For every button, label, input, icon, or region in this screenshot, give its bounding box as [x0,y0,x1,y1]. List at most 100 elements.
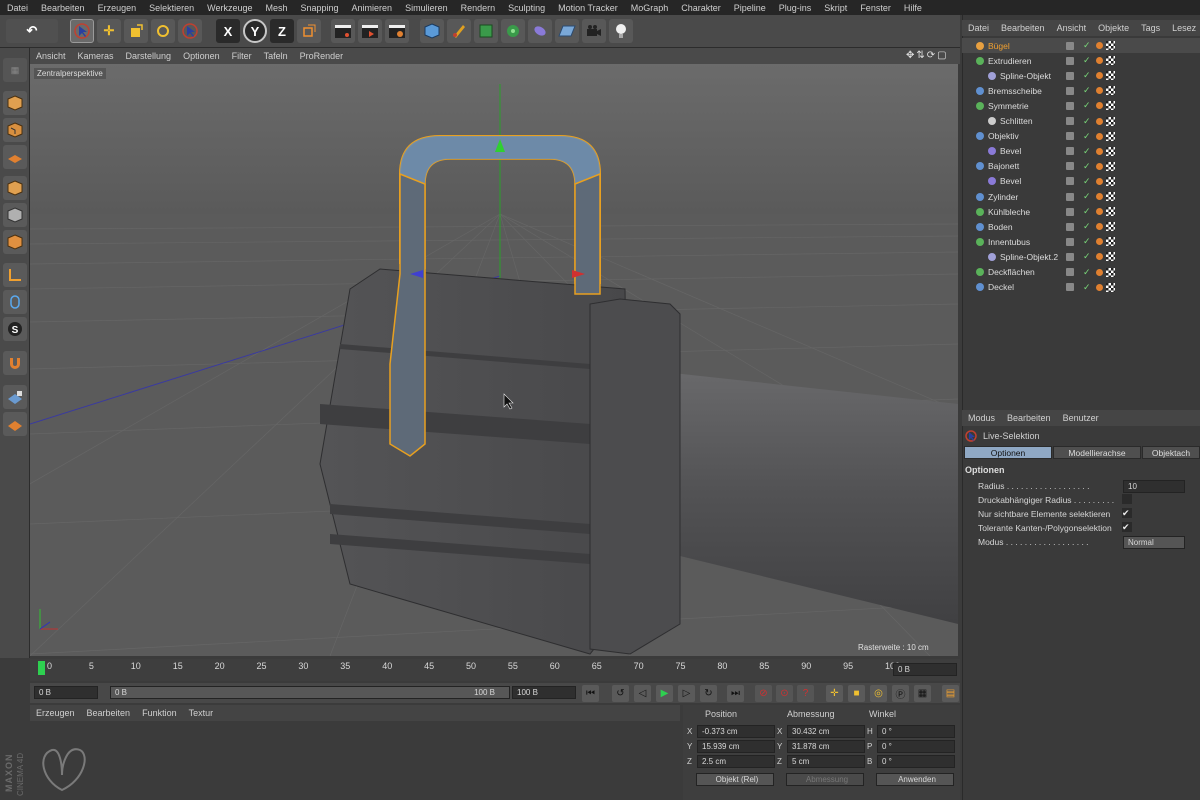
viewport-menu-tafeln[interactable]: Tafeln [258,51,294,61]
rotation-h-field[interactable]: 0 ° [877,725,955,738]
position-z-field[interactable]: 2.5 cm [697,755,775,768]
menu-item-animieren[interactable]: Animieren [345,3,399,13]
last-tool-button[interactable] [178,19,202,43]
object-row[interactable]: Boden ✓ [962,219,1200,234]
object-menu-ansicht[interactable]: Ansicht [1051,23,1093,33]
mograph-button[interactable] [501,19,525,43]
object-row[interactable]: Spline-Objekt.2 ✓ [962,249,1200,264]
menu-item-mograph[interactable]: MoGraph [624,3,675,13]
menu-item-bearbeiten[interactable]: Bearbeiten [34,3,91,13]
visibility-toggle-icon[interactable] [1066,252,1074,261]
visibility-toggle-icon[interactable] [1066,101,1074,110]
attribute-tab-modellierachse[interactable]: Modellierachse [1053,446,1141,459]
preview-range-slider[interactable]: 0 B 100 B [110,686,510,699]
visibility-toggle-icon[interactable] [1066,283,1074,292]
size-mode-select[interactable]: Abmessung [786,773,864,786]
texture-mode-button[interactable] [3,118,27,142]
visibility-toggle-icon[interactable] [1066,71,1074,80]
object-menu-tags[interactable]: Tags [1135,23,1166,33]
model-mode-button[interactable] [3,91,27,115]
visibility-toggle-icon[interactable] [1066,41,1074,50]
object-row[interactable]: Deckflächen ✓ [962,265,1200,280]
coord-mode-select[interactable]: Objekt (Rel) [696,773,774,786]
enabled-check-icon[interactable]: ✓ [1083,70,1091,81]
undo-button[interactable]: ↶ [6,19,58,43]
subdivision-button[interactable] [474,19,498,43]
attribute-menu-modus[interactable]: Modus [962,413,1001,423]
polygon-mode-button[interactable] [3,230,27,254]
menu-item-motion-tracker[interactable]: Motion Tracker [551,3,624,13]
viewport-nav-icons[interactable]: ✥⇅⟳▢ [906,50,949,61]
viewport-menu-prorender[interactable]: ProRender [294,51,350,61]
timeline-ruler[interactable]: 0510152025303540455055606570758085909510… [30,659,960,681]
enabled-check-icon[interactable]: ✓ [1083,206,1091,217]
camera-button[interactable] [582,19,606,43]
rotation-b-field[interactable]: 0 ° [877,755,955,768]
size-x-field[interactable]: 30.432 cm [787,725,865,738]
live-selection-button[interactable] [70,19,94,43]
apply-button[interactable]: Anwenden [876,773,954,786]
workplane-button[interactable] [3,145,27,169]
menu-item-simulieren[interactable]: Simulieren [398,3,454,13]
menu-item-sculpting[interactable]: Sculpting [501,3,551,13]
menu-item-datei[interactable]: Datei [0,3,34,13]
autokey-button[interactable]: ⊙ [776,685,793,702]
coordinate-system-button[interactable] [297,19,321,43]
next-key-button[interactable]: ↻ [700,685,717,702]
visibility-toggle-icon[interactable] [1066,222,1074,231]
object-row[interactable]: Innentubus ✓ [962,234,1200,249]
prev-frame-button[interactable]: ◁ [634,685,651,702]
mode-select[interactable]: Normal [1123,536,1185,549]
viewport-menu-ansicht[interactable]: Ansicht [30,51,72,61]
object-row[interactable]: Kühlbleche ✓ [962,204,1200,219]
rotation-p-field[interactable]: 0 ° [877,740,955,753]
enabled-check-icon[interactable]: ✓ [1083,221,1091,232]
solo-button[interactable]: S [3,317,27,341]
light-button[interactable] [609,19,633,43]
enabled-check-icon[interactable]: ✓ [1083,116,1091,127]
menu-item-werkzeuge[interactable]: Werkzeuge [200,3,258,13]
key-pla-button[interactable]: ▦ [914,685,931,702]
workplane-align-button[interactable] [3,412,27,436]
scale-button[interactable] [124,19,148,43]
tweak-mode-button[interactable] [3,290,27,314]
key-rotation-button[interactable]: ◎ [870,685,887,702]
enabled-check-icon[interactable]: ✓ [1083,146,1091,157]
object-row[interactable]: Bevel ✓ [962,144,1200,159]
object-row[interactable]: Schlitten ✓ [962,114,1200,129]
render-picture-viewer-button[interactable] [358,19,382,43]
start-frame-field[interactable]: 0 B [34,686,98,699]
enabled-check-icon[interactable]: ✓ [1083,191,1091,202]
cube-button[interactable] [420,19,444,43]
material-menu-funktion[interactable]: Funktion [136,708,183,718]
y-axis-lock-button[interactable]: Y [243,19,267,43]
visibility-toggle-icon[interactable] [1066,147,1074,156]
menu-item-snapping[interactable]: Snapping [294,3,345,13]
attribute-tab-optionen[interactable]: Optionen [964,446,1052,459]
object-row[interactable]: Extrudieren ✓ [962,53,1200,68]
visibility-toggle-icon[interactable] [1066,56,1074,65]
object-menu-datei[interactable]: Datei [962,23,995,33]
move-view-icon[interactable]: ✥ [906,50,916,61]
visibility-toggle-icon[interactable] [1066,117,1074,125]
menu-item-pipeline[interactable]: Pipeline [727,3,772,13]
make-editable-button[interactable]: ▦ [3,58,27,82]
enabled-check-icon[interactable]: ✓ [1083,55,1091,66]
floor-button[interactable] [555,19,579,43]
material-menu-bearbeiten[interactable]: Bearbeiten [81,708,137,718]
next-frame-button[interactable]: ▷ [678,685,695,702]
enabled-check-icon[interactable]: ✓ [1083,236,1091,247]
enabled-check-icon[interactable]: ✓ [1083,176,1091,187]
menu-item-selektieren[interactable]: Selektieren [142,3,200,13]
prev-key-button[interactable]: ↺ [612,685,629,702]
object-row[interactable]: Objektiv ✓ [962,129,1200,144]
attribute-tab-objektach[interactable]: Objektach [1142,446,1200,459]
current-frame-field[interactable]: 0 B [893,663,957,676]
zoom-view-icon[interactable]: ⇅ [916,50,926,61]
render-view-button[interactable] [331,19,355,43]
enabled-check-icon[interactable]: ✓ [1083,100,1091,111]
rotate-view-icon[interactable]: ⟳ [927,50,937,61]
enabled-check-icon[interactable]: ✓ [1083,267,1091,278]
3d-viewport[interactable] [30,64,958,656]
enabled-check-icon[interactable]: ✓ [1083,161,1091,172]
